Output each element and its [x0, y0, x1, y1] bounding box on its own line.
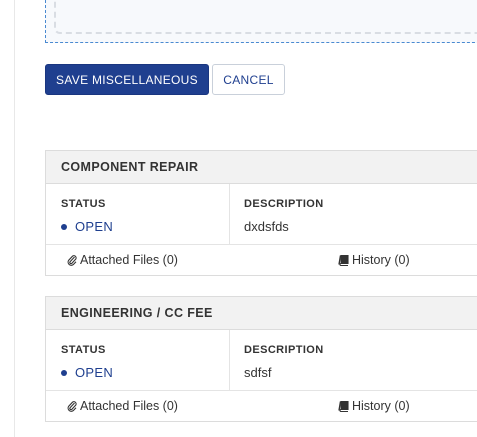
- history-label: History (0): [352, 399, 410, 413]
- description-value: sdfsf: [244, 365, 272, 380]
- attached-files-label: Attached Files (0): [80, 399, 178, 413]
- dropzone-inner-border: [54, 0, 477, 34]
- card-footer: Attached Files (0) History (0): [46, 245, 477, 275]
- status-value: OPEN: [61, 365, 229, 380]
- status-column: STATUS OPEN: [46, 184, 230, 244]
- history-label: History (0): [352, 253, 410, 267]
- paperclip-icon: [67, 400, 77, 412]
- description-column: DESCRIPTION dxdsfds: [230, 184, 477, 244]
- save-miscellaneous-button[interactable]: SAVE MISCELLANEOUS: [45, 64, 209, 95]
- book-icon: [338, 400, 349, 412]
- description-value: dxdsfds: [244, 219, 289, 234]
- card-title: COMPONENT REPAIR: [46, 151, 477, 184]
- status-dot-icon: [61, 223, 67, 230]
- history-link[interactable]: History (0): [338, 253, 410, 267]
- card-body: STATUS OPEN DESCRIPTION dxdsfds: [46, 184, 477, 245]
- attached-files-link[interactable]: Attached Files (0): [67, 399, 178, 413]
- attached-files-link[interactable]: Attached Files (0): [67, 253, 178, 267]
- card-body: STATUS OPEN DESCRIPTION sdfsf: [46, 330, 477, 391]
- page: SAVE MISCELLANEOUS CANCEL COMPONENT REPA…: [0, 0, 477, 437]
- misc-card-component-repair: COMPONENT REPAIR STATUS OPEN DESCRIPTION…: [45, 150, 477, 276]
- card-title: ENGINEERING / CC FEE: [46, 297, 477, 330]
- description-label: DESCRIPTION: [244, 198, 324, 210]
- left-divider: [14, 0, 15, 437]
- status-dot-icon: [61, 369, 67, 376]
- status-value: OPEN: [61, 219, 229, 234]
- paperclip-icon: [67, 254, 77, 266]
- file-dropzone[interactable]: [45, 0, 477, 43]
- status-text: OPEN: [75, 365, 114, 380]
- misc-card-engineering-cc-fee: ENGINEERING / CC FEE STATUS OPEN DESCRIP…: [45, 296, 477, 422]
- card-footer: Attached Files (0) History (0): [46, 391, 477, 421]
- history-link[interactable]: History (0): [338, 399, 410, 413]
- status-label: STATUS: [61, 198, 106, 210]
- status-text: OPEN: [75, 219, 114, 234]
- book-icon: [338, 254, 349, 266]
- attached-files-label: Attached Files (0): [80, 253, 178, 267]
- description-label: DESCRIPTION: [244, 344, 324, 356]
- description-column: DESCRIPTION sdfsf: [230, 330, 477, 390]
- status-column: STATUS OPEN: [46, 330, 230, 390]
- cancel-button[interactable]: CANCEL: [212, 64, 285, 95]
- status-label: STATUS: [61, 344, 106, 356]
